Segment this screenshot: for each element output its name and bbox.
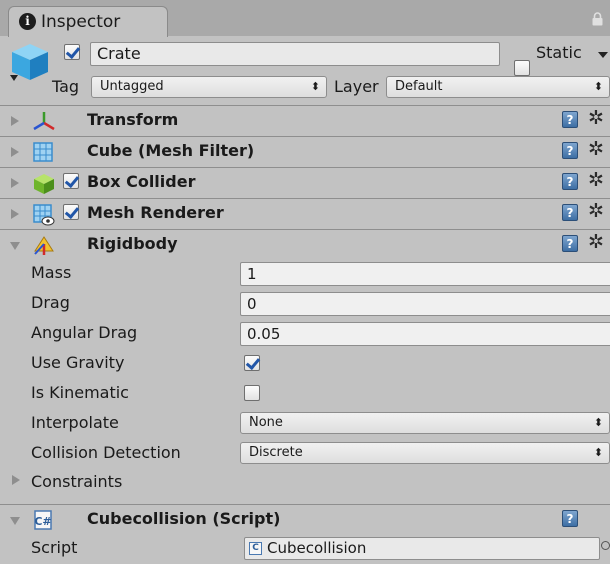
component-box-collider[interactable]: Box Collider ? ✲ [0, 167, 610, 197]
mesh-renderer-enabled-checkbox[interactable] [63, 204, 79, 220]
tag-dropdown[interactable]: Untagged ⬍ [91, 76, 327, 98]
object-picker-icon[interactable] [601, 541, 610, 550]
script-file-icon: C [249, 542, 262, 555]
lock-icon[interactable] [592, 12, 603, 26]
collision-detection-dropdown[interactable]: Discrete ⬍ [240, 442, 610, 464]
foldout-collapsed-icon[interactable] [11, 116, 19, 126]
component-name: Cubecollision (Script) [87, 509, 281, 528]
component-name: Box Collider [87, 172, 196, 191]
interpolate-value: None [249, 415, 283, 430]
is-kinematic-label: Is Kinematic [31, 383, 129, 402]
constraints-label[interactable]: Constraints [31, 472, 122, 491]
component-name: Rigidbody [87, 234, 178, 253]
use-gravity-checkbox[interactable] [244, 355, 260, 371]
gameobject-cube-icon [10, 44, 48, 81]
transform-icon [33, 112, 55, 131]
info-icon: i [19, 13, 36, 30]
layer-label: Layer [334, 77, 379, 96]
tab-bar: i Inspector [0, 0, 610, 37]
foldout-expanded-icon[interactable] [10, 517, 20, 525]
constraints-foldout-icon[interactable] [12, 475, 20, 485]
dropdown-arrows-icon: ⬍ [593, 446, 603, 459]
mass-field[interactable]: 1 [240, 262, 610, 286]
layer-dropdown[interactable]: Default ⬍ [386, 76, 610, 98]
angular-drag-field[interactable]: 0.05 [240, 322, 610, 346]
interpolate-label: Interpolate [31, 413, 119, 432]
gear-icon[interactable]: ✲ [588, 231, 604, 253]
mesh-renderer-icon [33, 204, 55, 226]
dropdown-arrows-icon: ⬍ [310, 80, 320, 93]
gear-icon[interactable]: ✲ [588, 107, 604, 129]
collision-detection-value: Discrete [249, 445, 303, 460]
drag-field[interactable]: 0 [240, 292, 610, 316]
help-icon[interactable]: ? [562, 111, 578, 128]
tab-inspector[interactable]: i Inspector [8, 6, 168, 37]
mass-label: Mass [31, 263, 72, 282]
mesh-filter-icon [33, 142, 53, 162]
component-rigidbody[interactable]: Rigidbody ? ✲ [0, 229, 610, 259]
component-name: Cube (Mesh Filter) [87, 141, 255, 160]
interpolate-dropdown[interactable]: None ⬍ [240, 412, 610, 434]
help-icon[interactable]: ? [562, 510, 578, 527]
static-dropdown-icon[interactable] [598, 52, 608, 58]
help-icon[interactable]: ? [562, 142, 578, 159]
box-collider-enabled-checkbox[interactable] [63, 173, 79, 189]
dropdown-arrows-icon: ⬍ [593, 416, 603, 429]
script-object-field[interactable]: C Cubecollision [244, 537, 600, 560]
is-kinematic-checkbox[interactable] [244, 385, 260, 401]
gear-icon[interactable]: ✲ [588, 138, 604, 160]
component-mesh-filter[interactable]: Cube (Mesh Filter) ? ✲ [0, 136, 610, 166]
foldout-collapsed-icon[interactable] [11, 147, 19, 157]
foldout-collapsed-icon[interactable] [11, 209, 19, 219]
gear-icon[interactable]: ✲ [588, 169, 604, 191]
gameobject-name-field[interactable]: Crate [90, 42, 500, 66]
component-name: Mesh Renderer [87, 203, 224, 222]
box-collider-icon [34, 174, 54, 194]
use-gravity-label: Use Gravity [31, 353, 125, 372]
script-icon: C# [34, 510, 52, 530]
help-icon[interactable]: ? [562, 173, 578, 190]
rigidbody-icon [34, 236, 54, 255]
component-name: Transform [87, 110, 179, 129]
svg-text:C#: C# [34, 515, 51, 528]
component-mesh-renderer[interactable]: Mesh Renderer ? ✲ [0, 198, 610, 228]
component-transform[interactable]: Transform ? ✲ [0, 105, 610, 135]
static-checkbox[interactable] [514, 60, 530, 76]
help-icon[interactable]: ? [562, 235, 578, 252]
dropdown-arrows-icon: ⬍ [593, 80, 603, 93]
tag-label: Tag [52, 77, 80, 96]
layer-value: Default [395, 79, 443, 94]
angular-drag-label: Angular Drag [31, 323, 138, 342]
drag-label: Drag [31, 293, 70, 312]
script-label: Script [31, 538, 78, 557]
collision-detection-label: Collision Detection [31, 443, 181, 462]
tab-title: Inspector [41, 12, 121, 32]
inspector-panel: i Inspector Crate Static Tag Untagged ⬍ … [0, 0, 610, 564]
help-icon[interactable]: ? [562, 204, 578, 221]
gear-icon[interactable]: ✲ [588, 200, 604, 222]
script-value: Cubecollision [267, 539, 367, 557]
foldout-expanded-icon[interactable] [10, 242, 20, 250]
static-label: Static [536, 43, 582, 62]
component-cubecollision-script[interactable]: C# Cubecollision (Script) ? [0, 504, 610, 534]
tag-value: Untagged [100, 79, 164, 94]
gameobject-active-checkbox[interactable] [64, 44, 80, 60]
foldout-collapsed-icon[interactable] [11, 178, 19, 188]
